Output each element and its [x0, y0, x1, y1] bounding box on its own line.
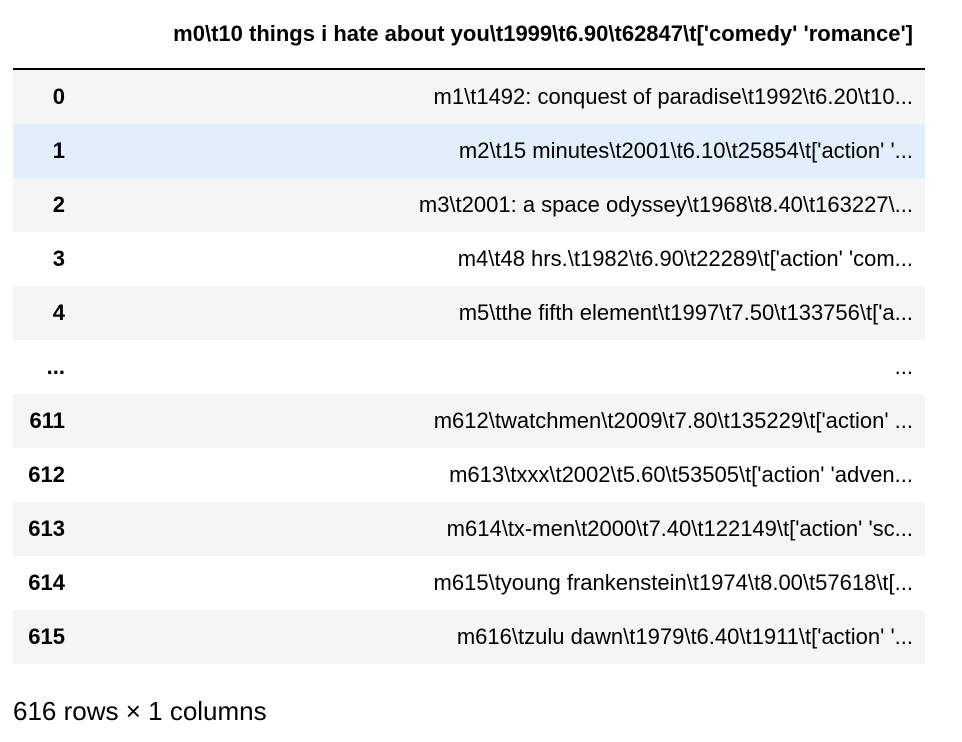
table-row: 0 m1\t1492: conquest of paradise\t1992\t…	[13, 69, 925, 124]
row-value: ...	[894, 354, 913, 379]
row-index: 4	[52, 300, 65, 325]
row-value: m615\tyoung frankenstein\t1974\t8.00\t57…	[433, 570, 913, 595]
dataframe-table: m0\t10 things i hate about you\t1999\t6.…	[13, 0, 925, 664]
table-body: 0 m1\t1492: conquest of paradise\t1992\t…	[13, 69, 925, 664]
table-header: m0\t10 things i hate about you\t1999\t6.…	[13, 0, 925, 70]
row-index: 615	[28, 624, 65, 649]
row-value: m4\t48 hrs.\t1982\t6.90\t22289\t['action…	[457, 246, 913, 271]
table-row: 4 m5\tthe fifth element\t1997\t7.50\t133…	[13, 286, 925, 340]
table-row: 3 m4\t48 hrs.\t1982\t6.90\t22289\t['acti…	[13, 232, 925, 286]
table-row: 613 m614\tx-men\t2000\t7.40\t122149\t['a…	[13, 502, 925, 556]
row-value: m1\t1492: conquest of paradise\t1992\t6.…	[433, 84, 913, 109]
index-header	[13, 0, 81, 70]
table-row-ellipsis: ... ...	[13, 340, 925, 394]
dataframe-output: m0\t10 things i hate about you\t1999\t6.…	[13, 0, 925, 664]
header-row: m0\t10 things i hate about you\t1999\t6.…	[13, 0, 925, 70]
row-value: m614\tx-men\t2000\t7.40\t122149\t['actio…	[446, 516, 913, 541]
row-index: 611	[29, 408, 66, 433]
dataframe-shape: 616 rows × 1 columns	[13, 696, 267, 726]
table-row-highlighted: 1 m2\t15 minutes\t2001\t6.10\t25854\t['a…	[13, 124, 925, 178]
table-row: 614 m615\tyoung frankenstein\t1974\t8.00…	[13, 556, 925, 610]
row-index: 613	[28, 516, 65, 541]
row-index: 612	[28, 462, 65, 487]
row-index: 3	[52, 246, 65, 271]
column-header: m0\t10 things i hate about you\t1999\t6.…	[81, 0, 925, 70]
table-row: 615 m616\tzulu dawn\t1979\t6.40\t1911\t[…	[13, 610, 925, 664]
row-index: 1	[52, 138, 65, 163]
row-index: ...	[46, 354, 65, 379]
row-value: m3\t2001: a space odyssey\t1968\t8.40\t1…	[418, 192, 913, 217]
row-value: m2\t15 minutes\t2001\t6.10\t25854\t['act…	[458, 138, 913, 163]
row-value: m616\tzulu dawn\t1979\t6.40\t1911\t['act…	[456, 624, 913, 649]
table-row: 612 m613\txxx\t2002\t5.60\t53505\t['acti…	[13, 448, 925, 502]
row-index: 2	[52, 192, 65, 217]
row-index: 0	[52, 84, 65, 109]
row-value: m613\txxx\t2002\t5.60\t53505\t['action' …	[449, 462, 913, 487]
row-index: 614	[28, 570, 65, 595]
table-row: 2 m3\t2001: a space odyssey\t1968\t8.40\…	[13, 178, 925, 232]
row-value: m5\tthe fifth element\t1997\t7.50\t13375…	[458, 300, 913, 325]
table-row: 611 m612\twatchmen\t2009\t7.80\t135229\t…	[13, 394, 925, 448]
row-value: m612\twatchmen\t2009\t7.80\t135229\t['ac…	[433, 408, 913, 433]
